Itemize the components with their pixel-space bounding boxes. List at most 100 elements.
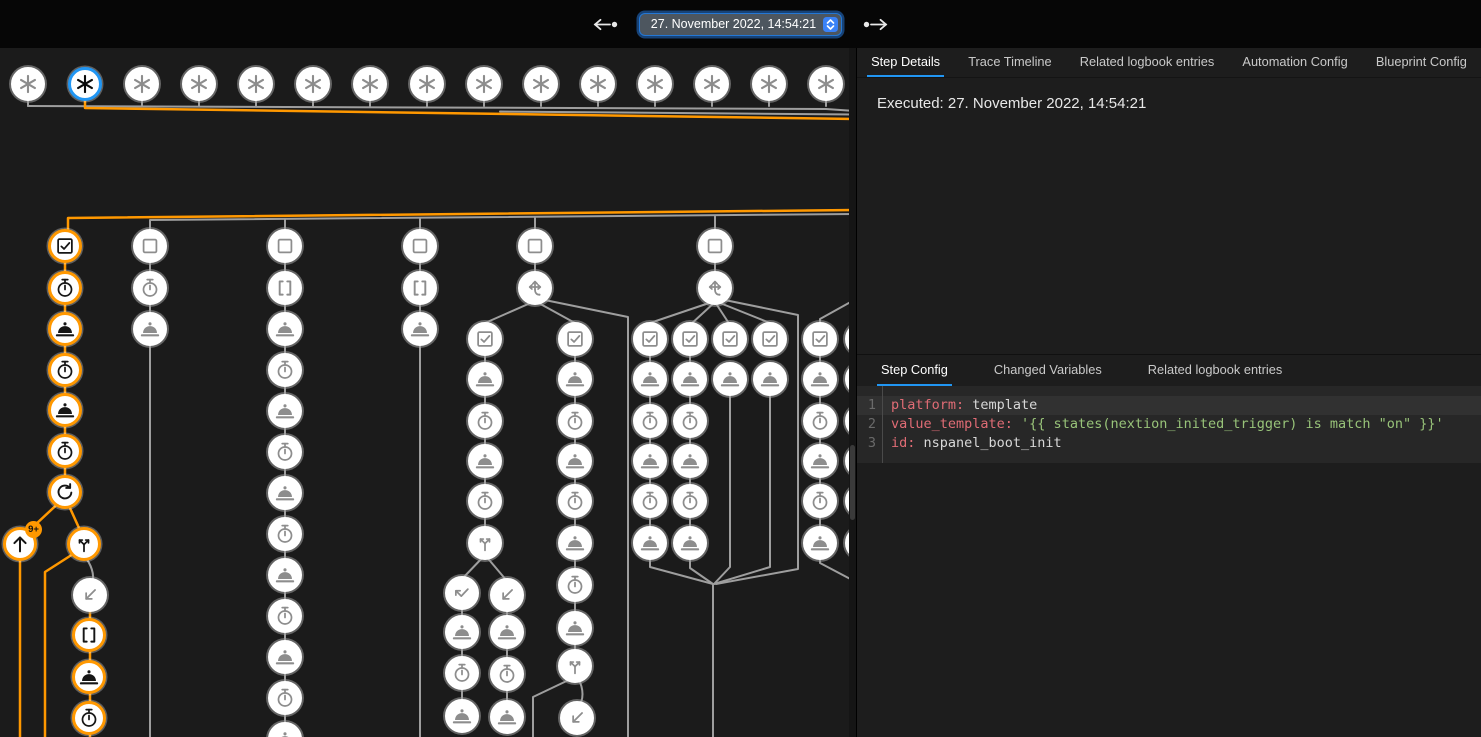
tab-changed-variables[interactable]: Changed Variables — [990, 355, 1106, 386]
service-call-node[interactable] — [673, 362, 707, 396]
service-call-node[interactable] — [445, 699, 479, 733]
service-call-node[interactable] — [558, 362, 592, 396]
delay-node[interactable] — [803, 484, 837, 518]
condition-node[interactable] — [518, 229, 552, 263]
tab-blueprint-config[interactable]: Blueprint Config — [1372, 48, 1471, 77]
service-call-node[interactable] — [713, 362, 747, 396]
trigger-node[interactable] — [68, 67, 102, 101]
template-node[interactable] — [268, 271, 302, 305]
trigger-node[interactable] — [581, 67, 615, 101]
service-call-node[interactable] — [133, 312, 167, 346]
tab-related-logbook-entries[interactable]: Related logbook entries — [1076, 48, 1218, 77]
condition-node[interactable] — [403, 229, 437, 263]
condition-pass-node[interactable] — [713, 322, 747, 356]
repeat-node[interactable] — [48, 475, 82, 509]
service-call-node[interactable] — [268, 394, 302, 428]
tab-step-config[interactable]: Step Config — [877, 355, 952, 386]
delay-node[interactable] — [633, 484, 667, 518]
service-call-node[interactable] — [268, 312, 302, 346]
branch-enter-node[interactable] — [560, 701, 594, 735]
trigger-node[interactable] — [695, 67, 729, 101]
choose-node[interactable] — [698, 271, 732, 305]
delay-node[interactable] — [468, 484, 502, 518]
service-call-node[interactable] — [558, 611, 592, 645]
parallel-node[interactable] — [67, 527, 101, 561]
trigger-node[interactable] — [125, 67, 159, 101]
service-call-node[interactable] — [633, 444, 667, 478]
parallel-node[interactable] — [558, 649, 592, 683]
condition-pass-node[interactable] — [633, 322, 667, 356]
trace-select[interactable]: 27. November 2022, 14:54:21 — [640, 14, 841, 35]
delay-node[interactable] — [490, 657, 524, 691]
service-call-node[interactable] — [72, 660, 106, 694]
service-call-node[interactable] — [803, 526, 837, 560]
service-call-node[interactable] — [268, 476, 302, 510]
service-call-node[interactable] — [490, 615, 524, 649]
delay-node[interactable] — [48, 434, 82, 468]
service-call-node[interactable] — [633, 526, 667, 560]
trigger-node[interactable] — [524, 67, 558, 101]
delay-node[interactable] — [268, 435, 302, 469]
delay-node[interactable] — [558, 404, 592, 438]
service-call-node[interactable] — [673, 444, 707, 478]
condition-node[interactable] — [268, 229, 302, 263]
service-call-node[interactable] — [268, 640, 302, 674]
tab-related-logbook-entries[interactable]: Related logbook entries — [1144, 355, 1286, 386]
service-call-node[interactable] — [753, 362, 787, 396]
delay-node[interactable] — [803, 404, 837, 438]
delay-node[interactable] — [673, 484, 707, 518]
trigger-node[interactable] — [182, 67, 216, 101]
delay-node[interactable] — [633, 404, 667, 438]
repeat-loop-node[interactable]: 9+ — [3, 527, 37, 561]
delay-node[interactable] — [48, 353, 82, 387]
condition-node[interactable] — [698, 229, 732, 263]
service-call-node[interactable] — [468, 362, 502, 396]
parallel-node[interactable] — [468, 526, 502, 560]
condition-pass-node[interactable] — [558, 322, 592, 356]
condition-pass-node[interactable] — [673, 322, 707, 356]
service-call-node[interactable] — [403, 312, 437, 346]
service-call-node[interactable] — [558, 444, 592, 478]
service-call-node[interactable] — [673, 526, 707, 560]
trigger-node[interactable] — [467, 67, 501, 101]
condition-pass-node[interactable] — [803, 322, 837, 356]
template-node[interactable] — [72, 618, 106, 652]
tab-trace-timeline[interactable]: Trace Timeline — [964, 48, 1055, 77]
condition-node[interactable] — [133, 229, 167, 263]
delay-node[interactable] — [468, 404, 502, 438]
tab-step-details[interactable]: Step Details — [867, 48, 944, 77]
condition-pass-node[interactable] — [468, 322, 502, 356]
step-config-code-editor[interactable]: 1platform: template2value_template: '{{ … — [857, 386, 1481, 463]
trigger-node[interactable] — [239, 67, 273, 101]
delay-node[interactable] — [558, 568, 592, 602]
trigger-node[interactable] — [410, 67, 444, 101]
delay-node[interactable] — [72, 701, 106, 735]
service-call-node[interactable] — [445, 615, 479, 649]
delay-node[interactable] — [268, 599, 302, 633]
graph-scrollbar-thumb[interactable] — [850, 445, 855, 520]
service-call-node[interactable] — [490, 700, 524, 734]
delay-node[interactable] — [673, 404, 707, 438]
trigger-node[interactable] — [296, 67, 330, 101]
delay-node[interactable] — [268, 517, 302, 551]
service-call-node[interactable] — [633, 362, 667, 396]
delay-node[interactable] — [48, 271, 82, 305]
delay-node[interactable] — [133, 271, 167, 305]
delay-node[interactable] — [445, 656, 479, 690]
choose-node[interactable] — [518, 271, 552, 305]
delay-node[interactable] — [268, 353, 302, 387]
condition-pass-node[interactable] — [48, 229, 82, 263]
delay-node[interactable] — [558, 484, 592, 518]
tab-automation-config[interactable]: Automation Config — [1238, 48, 1351, 77]
template-node[interactable] — [403, 271, 437, 305]
trigger-node[interactable] — [11, 67, 45, 101]
trigger-node[interactable] — [353, 67, 387, 101]
delay-node[interactable] — [268, 681, 302, 715]
trigger-node[interactable] — [809, 67, 843, 101]
previous-trace-button[interactable] — [588, 14, 624, 35]
branch-return-node[interactable] — [445, 576, 479, 610]
branch-enter-node[interactable] — [73, 578, 107, 612]
trigger-node[interactable] — [752, 67, 786, 101]
service-call-node[interactable] — [268, 558, 302, 592]
branch-enter-node[interactable] — [490, 578, 524, 612]
